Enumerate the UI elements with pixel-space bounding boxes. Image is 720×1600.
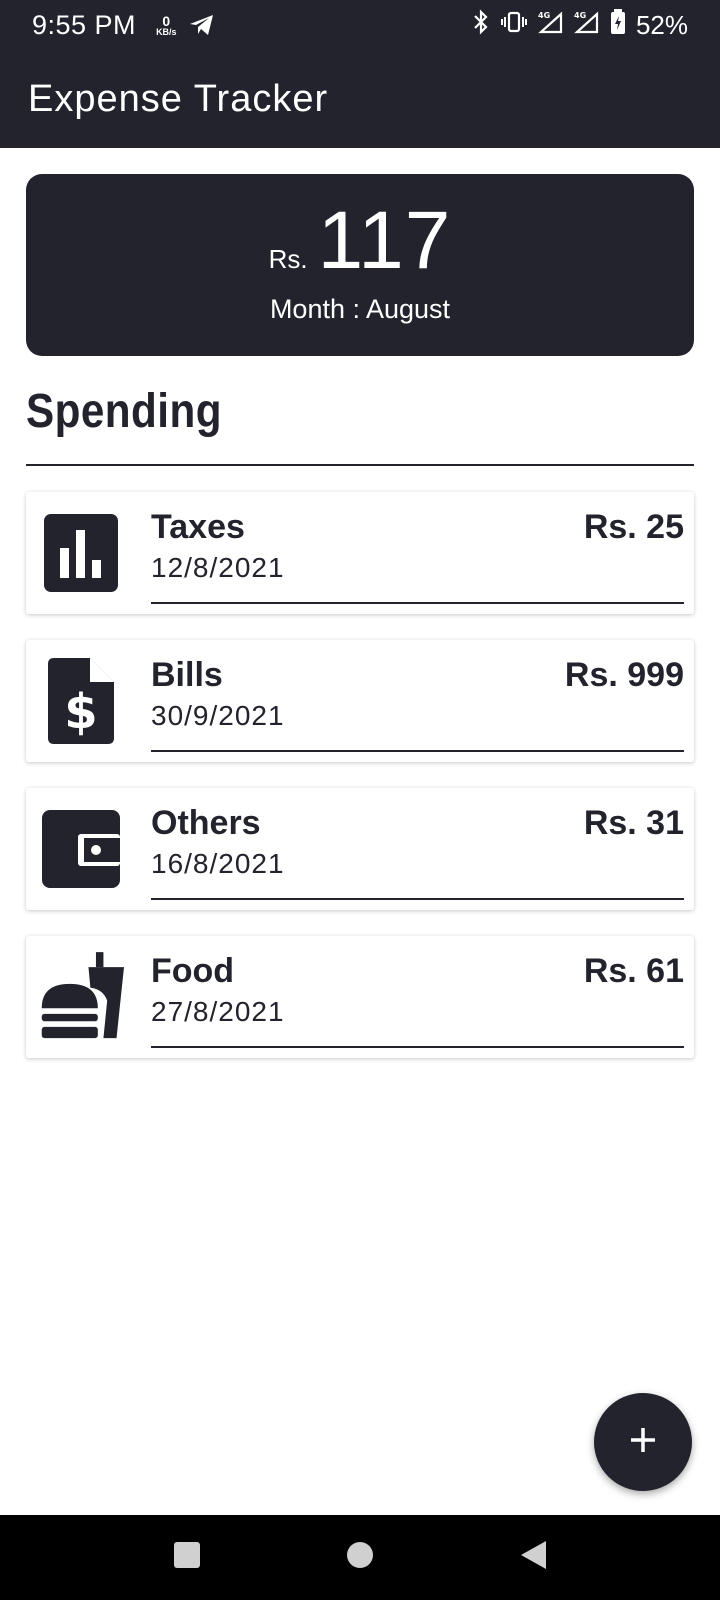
- battery-charging-icon: [610, 8, 626, 42]
- signal-4g-icon: 4G: [538, 10, 564, 41]
- expense-tracker-screen: 9:55 PM 0 KB/s 4G 4G 52% Expense Tracker…: [0, 0, 720, 1600]
- network-speed-value: 0: [162, 12, 171, 29]
- add-expense-button[interactable]: [594, 1393, 692, 1491]
- network-speed: 0 KB/s: [156, 14, 177, 37]
- status-bar: 9:55 PM 0 KB/s 4G 4G 52%: [0, 0, 720, 50]
- spending-divider: [26, 464, 694, 466]
- app-bar: Expense Tracker: [0, 50, 720, 148]
- vibrate-icon: [500, 10, 528, 41]
- month-label: Month : August: [269, 294, 451, 324]
- expense-amount: Rs. 61: [583, 952, 684, 990]
- expense-underline: [151, 898, 684, 900]
- expense-amount: Rs. 999: [564, 656, 684, 694]
- home-circle-icon: [345, 1540, 375, 1575]
- expense-amount: Rs. 25: [583, 508, 684, 546]
- expense-amount: Rs. 31: [583, 804, 684, 842]
- status-right-icons: 4G 4G 52%: [472, 8, 688, 42]
- expense-date: 16/8/2021: [151, 848, 285, 879]
- battery-percent: 52%: [635, 9, 688, 40]
- expense-title: Taxes: [151, 508, 245, 546]
- app-title: Expense Tracker: [28, 77, 329, 120]
- back-button[interactable]: [503, 1528, 563, 1588]
- back-triangle-icon: [518, 1539, 548, 1576]
- plus-icon: [628, 1425, 658, 1460]
- wallet-icon: [38, 806, 124, 892]
- expense-item-bills[interactable]: $ Bills 30/9/2021 Rs. 999: [26, 640, 694, 762]
- expense-date: 30/9/2021: [151, 700, 285, 731]
- bill-document-icon: $: [38, 658, 124, 744]
- bar-chart-icon: [38, 510, 124, 596]
- expense-title: Others: [151, 804, 261, 842]
- bluetooth-icon: [472, 8, 490, 42]
- total-amount: 117: [317, 195, 452, 286]
- expense-item-others[interactable]: Others 16/8/2021 Rs. 31: [26, 788, 694, 910]
- total-amount-row: Rs. 117: [26, 194, 694, 288]
- expense-title: Food: [151, 952, 235, 990]
- system-nav-bar: [0, 1515, 720, 1600]
- expense-item-taxes[interactable]: Taxes 12/8/2021 Rs. 25: [26, 492, 694, 614]
- spending-heading: Spending: [26, 385, 222, 438]
- expense-date: 27/8/2021: [151, 996, 285, 1027]
- total-expense-card: Rs. 117 Month : August: [26, 174, 694, 356]
- signal-4g-icon: 4G: [574, 10, 600, 41]
- expense-underline: [151, 1046, 684, 1048]
- home-button[interactable]: [330, 1528, 390, 1588]
- telegram-icon: [189, 13, 215, 37]
- expense-list: Taxes 12/8/2021 Rs. 25 $ Bills 30/9/2021…: [26, 492, 694, 1084]
- expense-item-food[interactable]: Food 27/8/2021 Rs. 61: [26, 936, 694, 1058]
- svg-text:4G: 4G: [538, 11, 550, 20]
- expense-title: Bills: [151, 656, 223, 694]
- total-currency: Rs.: [268, 244, 308, 274]
- fastfood-icon: [38, 952, 124, 1040]
- expense-underline: [151, 602, 684, 604]
- svg-text:$: $: [64, 684, 97, 740]
- recents-square-icon: [172, 1540, 202, 1575]
- expense-date: 12/8/2021: [151, 552, 285, 583]
- svg-text:4G: 4G: [574, 11, 586, 20]
- status-time: 9:55 PM: [32, 9, 137, 40]
- expense-underline: [151, 750, 684, 752]
- network-speed-unit: KB/s: [156, 26, 177, 37]
- recents-button[interactable]: [157, 1528, 217, 1588]
